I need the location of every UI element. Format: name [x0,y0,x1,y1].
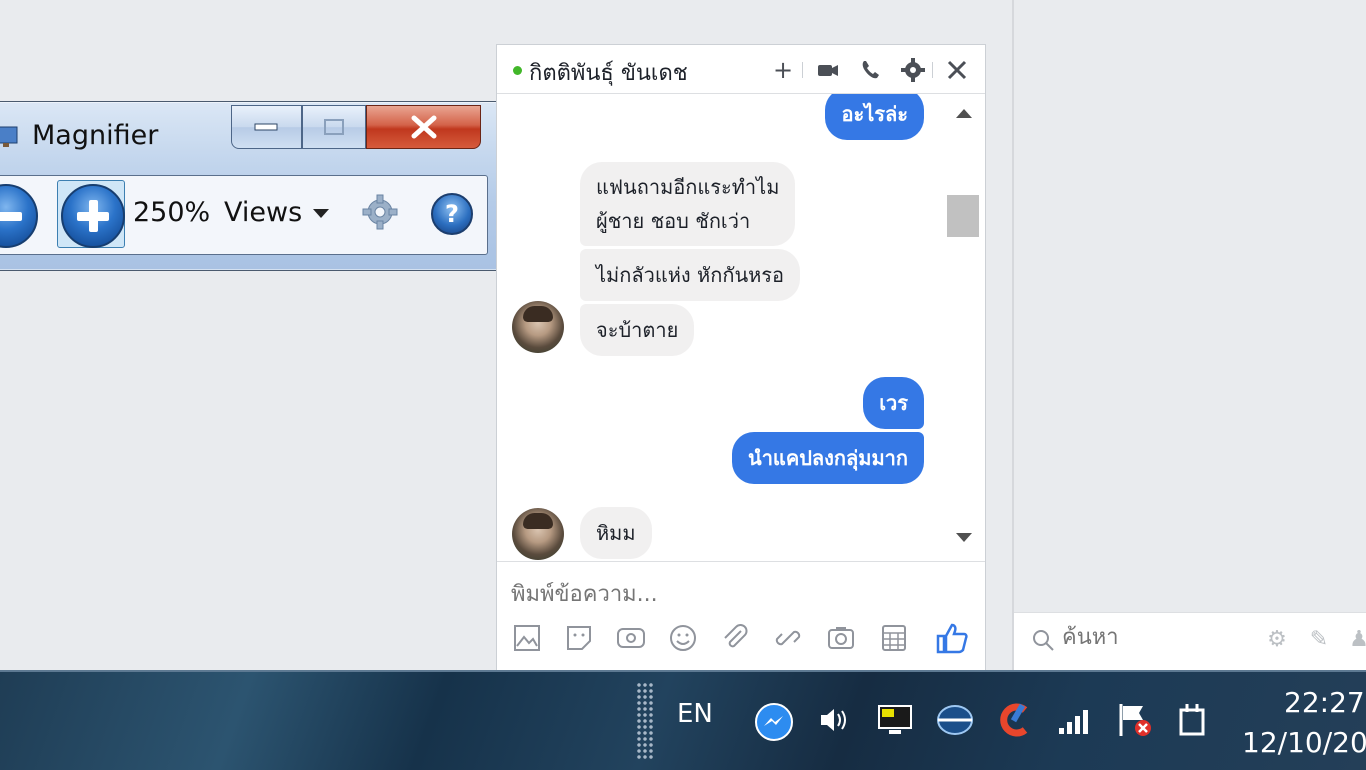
volume-icon[interactable] [815,700,855,740]
plus-icon-vertical [89,200,98,232]
message-bubble-outgoing: นำแคปลงกลุ่มมาก [732,432,924,484]
gear-icon[interactable] [900,57,926,83]
magnifier-title: Magnifier [32,120,159,151]
monitor-icon[interactable] [875,700,915,740]
taskbar: EN 22:27 12/10/201 [0,670,1366,770]
help-icon[interactable]: ? [431,193,473,235]
scrollbar[interactable] [945,94,981,609]
panel-divider [1012,0,1014,670]
contacts-icon[interactable]: ♟ [1346,627,1366,653]
message-bubble-incoming: แฟนถามอีกแระทำไม ผู้ชาย ชอบ ชักเว่า [580,162,796,246]
zoom-in-button[interactable] [61,184,125,248]
maximize-icon [323,119,344,135]
video-call-icon[interactable] [815,57,841,83]
scrollbar-thumb[interactable] [947,195,979,237]
avatar[interactable] [512,301,564,353]
gif-icon[interactable] [615,622,647,654]
zoom-level: 250% [133,197,211,228]
message-bubble-outgoing: เวร [863,377,924,429]
chevron-down-icon[interactable] [313,209,329,218]
clock-date[interactable]: 12/10/201 [1242,726,1366,759]
ccleaner-icon[interactable] [995,700,1035,740]
signal-strength-icon[interactable] [1055,700,1095,740]
minimize-button[interactable] [231,105,302,149]
language-indicator[interactable]: EN [677,699,713,729]
minimize-icon [254,123,278,131]
close-icon[interactable] [944,57,970,83]
attachment-icon[interactable] [719,622,751,654]
chat-header: กิตติพันธุ์ ขันเดช + [497,45,985,94]
like-icon[interactable] [934,620,970,656]
action-center-flag-icon[interactable] [1115,700,1155,740]
message-list: อะไรล่ะ แฟนถามอีกแระทำไม ผู้ชาย ชอบ ชักเ… [497,94,945,609]
image-icon[interactable] [511,622,543,654]
sticker-icon[interactable] [563,622,595,654]
taskbar-grip[interactable] [636,682,654,760]
scroll-up-arrow-icon[interactable] [956,109,972,118]
online-status-icon [513,66,522,75]
maximize-button[interactable] [301,105,367,149]
camera-icon[interactable] [825,622,857,654]
close-button[interactable] [366,105,481,149]
scroll-down-arrow-icon[interactable] [956,533,972,542]
header-separator [932,62,933,78]
message-bubble-incoming: หิมม [580,507,652,559]
emoji-icon[interactable] [667,622,699,654]
magnifier-window: Magnifier 250% Views ? [0,101,506,271]
avatar[interactable] [512,508,564,560]
search-input[interactable] [1062,625,1262,650]
calculator-icon[interactable] [878,622,910,654]
clock-time[interactable]: 22:27 [1284,686,1365,719]
gear-icon[interactable] [360,192,400,232]
message-bubble-incoming: จะบ้าตาย [580,304,695,356]
zoom-in-focus [57,180,125,248]
close-icon [411,115,437,139]
message-input[interactable] [511,582,961,607]
phone-icon[interactable] [857,57,883,83]
search-icon [1033,630,1054,651]
network-globe-icon[interactable] [935,700,975,740]
chat-window: กิตติพันธุ์ ขันเดช + อะไรล่ะ แฟนถามอีกแร… [497,45,985,671]
link-icon[interactable] [772,622,804,654]
zoom-out-button[interactable] [0,184,38,248]
message-bubble-incoming: ไม่กลัวแห่ง หักกันหรอ [580,249,801,301]
magnifier-icon [0,126,18,147]
sidebar-search: ⚙ ✎ ♟ [1014,612,1366,671]
power-plug-icon[interactable] [1173,700,1213,740]
header-separator [802,62,803,78]
message-line: ผู้ชาย ชอบ ชักเว่า [596,209,751,233]
add-person-icon[interactable]: + [770,57,796,83]
minus-icon [0,212,22,221]
contact-name[interactable]: กิตติพันธุ์ ขันเดช [529,55,688,90]
message-bubble-outgoing: อะไรล่ะ [825,94,924,140]
gear-icon[interactable]: ⚙ [1264,627,1290,653]
views-menu[interactable]: Views [224,197,302,228]
message-line: แฟนถามอีกแระทำไม [596,175,780,199]
compose-area [497,561,985,671]
magnifier-toolbar: 250% Views ? [0,175,488,255]
new-message-icon[interactable]: ✎ [1306,627,1332,653]
window-controls [231,105,481,149]
messenger-icon[interactable] [754,702,794,742]
